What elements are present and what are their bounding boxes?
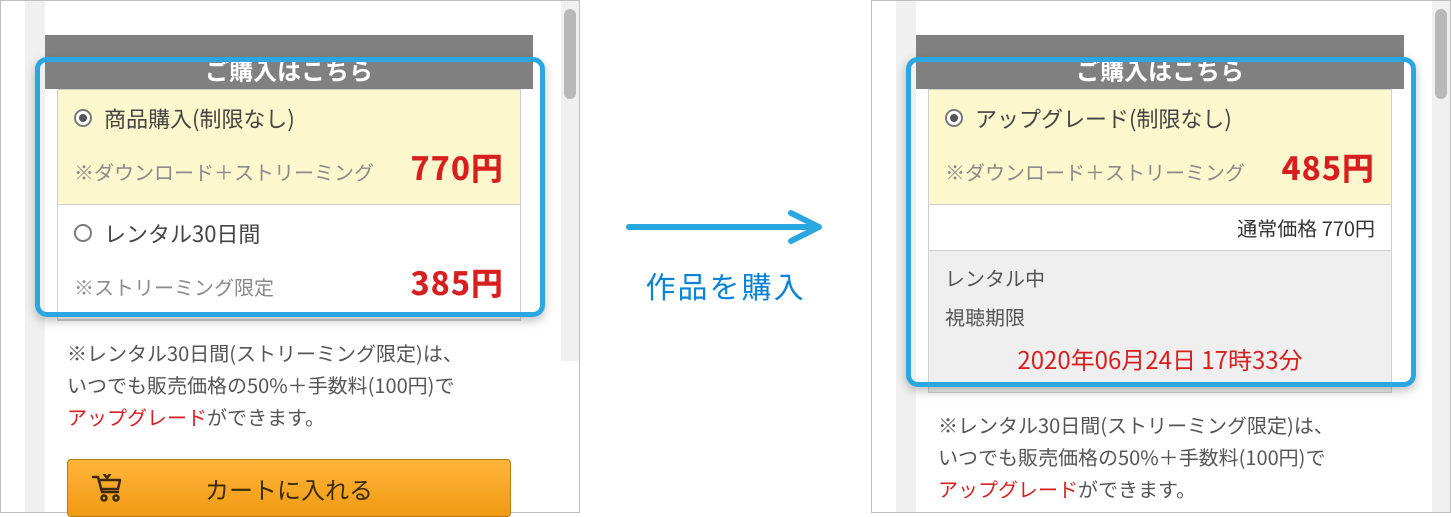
status-deadline-label: 視聴期限 <box>945 302 1375 331</box>
option-title: 商品購入(制限なし) <box>104 102 295 134</box>
panel-before: ご購入はこちら 商品購入(制限なし) ※ダウンロード＋ストリーミング 770円 … <box>0 0 580 513</box>
inner-col-right: ご購入はこちら アップグレード(制限なし) ※ダウンロード＋ストリーミング 48… <box>916 1 1404 512</box>
option-price: 770円 <box>410 144 504 190</box>
scrollbar[interactable] <box>561 1 579 361</box>
upgrade-note: ※レンタル30日間(ストリーミング限定)は、 いつでも販売価格の50%＋手数料(… <box>938 409 1382 505</box>
rental-status-box: レンタル中 視聴期限 2020年06月24日 17時33分 <box>929 251 1391 392</box>
arrow-right-icon <box>621 207 831 247</box>
option-price: 485円 <box>1281 144 1375 190</box>
option-card: アップグレード(制限なし) ※ダウンロード＋ストリーミング 485円 通常価格 … <box>928 89 1392 393</box>
status-renting: レンタル中 <box>945 263 1375 292</box>
scroll-thumb[interactable] <box>1435 9 1447 99</box>
radio-on-icon[interactable] <box>74 109 92 127</box>
cart-label: カートに入れる <box>205 471 373 506</box>
option-purchase[interactable]: 商品購入(制限なし) ※ダウンロード＋ストリーミング 770円 <box>58 90 520 205</box>
purchase-banner: ご購入はこちら <box>916 35 1404 89</box>
radio-off-icon[interactable] <box>74 224 92 242</box>
left-gutter <box>896 1 916 512</box>
option-title: アップグレード(制限なし) <box>975 102 1232 134</box>
scroll-thumb[interactable] <box>564 9 576 99</box>
regular-price-row: 通常価格 770円 <box>929 205 1391 251</box>
arrow-caption: 作品を購入 <box>646 263 806 307</box>
left-gutter <box>25 1 45 512</box>
inner-col-left: ご購入はこちら 商品購入(制限なし) ※ダウンロード＋ストリーミング 770円 … <box>45 1 533 512</box>
status-deadline: 2020年06月24日 17時33分 <box>945 341 1375 376</box>
option-sub: ※ダウンロード＋ストリーミング <box>74 157 374 186</box>
middle-arrow-area: 作品を購入 <box>580 0 871 513</box>
option-sub: ※ストリーミング限定 <box>74 272 274 301</box>
upgrade-note: ※レンタル30日間(ストリーミング限定)は、 いつでも販売価格の50%＋手数料(… <box>67 337 511 433</box>
option-title: レンタル30日間 <box>104 217 260 249</box>
purchase-banner: ご購入はこちら <box>45 35 533 89</box>
option-price: 385円 <box>410 259 504 305</box>
option-rental[interactable]: レンタル30日間 ※ストリーミング限定 385円 <box>58 205 520 320</box>
option-sub: ※ダウンロード＋ストリーミング <box>945 157 1245 186</box>
radio-on-icon[interactable] <box>945 109 963 127</box>
option-upgrade[interactable]: アップグレード(制限なし) ※ダウンロード＋ストリーミング 485円 <box>929 90 1391 205</box>
panel-after: ご購入はこちら アップグレード(制限なし) ※ダウンロード＋ストリーミング 48… <box>871 0 1451 513</box>
option-card: 商品購入(制限なし) ※ダウンロード＋ストリーミング 770円 レンタル30日間… <box>57 89 521 321</box>
add-to-cart-button[interactable]: カートに入れる <box>67 459 511 517</box>
scrollbar[interactable] <box>1432 1 1450 512</box>
cart-icon <box>90 474 124 502</box>
